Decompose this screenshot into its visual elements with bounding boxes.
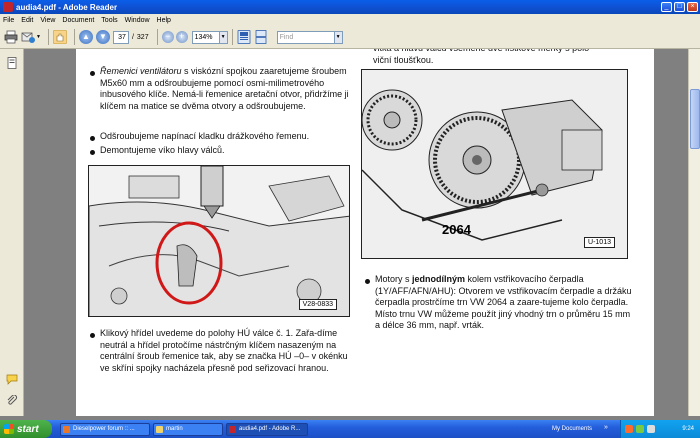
attachments-panel-icon[interactable] xyxy=(6,395,18,407)
bullet-icon xyxy=(365,279,370,284)
windows-logo-icon xyxy=(4,424,14,434)
bullet-icon xyxy=(90,150,95,155)
toolbar-separator xyxy=(156,29,158,45)
email-icon xyxy=(21,32,35,43)
tray-volume-icon[interactable] xyxy=(647,425,655,433)
figure-injection-pump: 2064 U-1013 xyxy=(361,69,628,259)
bullet-item-tensioner: Odšroubujeme napínací kladku drážkového … xyxy=(100,131,310,141)
page-total: 327 xyxy=(136,33,149,41)
document-area: vitka a hlavu válců všeměné dvě lístkové… xyxy=(24,49,688,416)
figure-crankshaft-pulley: V28-0833 xyxy=(88,165,350,317)
taskbar: start Dieselpower forum :: ... martin au… xyxy=(0,420,700,438)
single-page-view-button[interactable] xyxy=(237,29,251,45)
bullet-icon xyxy=(90,333,95,338)
page-separator: / xyxy=(131,33,134,41)
folder-icon xyxy=(156,425,163,433)
zoom-level-select[interactable]: 134% xyxy=(191,30,220,44)
taskbar-item-adobe-reader[interactable]: audia4.pdf - Adobe R... xyxy=(226,422,308,436)
vertical-scrollbar[interactable] xyxy=(688,49,700,416)
printer-icon xyxy=(4,30,18,44)
bullet-item-cylinder-cover: Demontujeme víko hlavy válců. xyxy=(100,145,225,155)
pages-panel-icon[interactable] xyxy=(6,57,18,69)
maximize-button[interactable]: □ xyxy=(674,2,685,12)
tray-network-icon[interactable] xyxy=(636,425,644,433)
toolbar-separator xyxy=(231,29,233,45)
menu-view[interactable]: View xyxy=(40,17,55,24)
arrow-down-icon: ▼ xyxy=(98,32,107,41)
adobe-reader-icon xyxy=(229,425,236,433)
title-bar: audia4.pdf - Adobe Reader _ □ × xyxy=(0,0,700,14)
scrollbar-thumb[interactable] xyxy=(690,89,700,149)
system-tray: 9:24 xyxy=(620,420,700,438)
menu-help[interactable]: Help xyxy=(157,17,171,24)
toolbar: ▼ ▲ ▼ 37 / 327 − + 134% ▼ Find ▼ xyxy=(0,26,700,49)
previous-page-button[interactable]: ▲ xyxy=(78,30,93,44)
hand-tool-button[interactable] xyxy=(52,29,67,45)
next-page-button[interactable]: ▼ xyxy=(95,30,110,44)
menu-bar: File Edit View Document Tools Window Hel… xyxy=(0,14,700,26)
page-number-input[interactable]: 37 xyxy=(112,30,129,44)
comments-panel-icon[interactable] xyxy=(6,373,18,385)
pdf-page: vitka a hlavu válců všeměné dvě lístkové… xyxy=(76,49,654,416)
task-list: Dieselpower forum :: ... martin audia4.p… xyxy=(60,422,311,436)
email-button[interactable]: ▼ xyxy=(21,29,41,45)
my-documents-toolbar[interactable]: My Documents xyxy=(552,423,592,435)
start-label: start xyxy=(17,423,39,435)
bullet-icon xyxy=(90,71,95,76)
continuous-view-button[interactable] xyxy=(254,29,268,45)
figure-label-right: U-1013 xyxy=(584,237,615,248)
adobe-reader-icon xyxy=(3,2,13,12)
start-button[interactable]: start xyxy=(0,420,52,438)
engine-drawing-left xyxy=(89,166,349,316)
window-title: audia4.pdf - Adobe Reader xyxy=(16,2,118,12)
minimize-button[interactable]: _ xyxy=(661,2,672,12)
navigation-panel xyxy=(0,49,24,416)
paragraph-top-right: vitka a hlavu válců všeměné dvě lístkové… xyxy=(373,49,592,65)
bullet-icon xyxy=(90,136,95,141)
menu-window[interactable]: Window xyxy=(125,17,150,24)
print-button[interactable] xyxy=(4,29,18,45)
menu-tools[interactable]: Tools xyxy=(101,17,117,24)
find-dropdown-arrow-icon[interactable]: ▼ xyxy=(334,30,343,44)
close-button[interactable]: × xyxy=(687,2,698,12)
taskbar-item-martin[interactable]: martin xyxy=(153,422,223,436)
bullet-item-crankshaft: Klikový hřídel uvedeme do polohy HÚ válc… xyxy=(100,328,348,373)
menu-document[interactable]: Document xyxy=(62,17,94,24)
bullet-item-fan-pulley: Řemenici ventilátoru s viskózní spojkou … xyxy=(100,66,349,111)
menu-edit[interactable]: Edit xyxy=(21,17,33,24)
bullet-item-injection-pump: Motory s jednodílným kolem vstřikovacího… xyxy=(375,274,632,330)
engine-drawing-right xyxy=(362,70,627,258)
email-dropdown-arrow-icon[interactable]: ▼ xyxy=(36,34,41,40)
tray-app-icon[interactable] xyxy=(625,425,633,433)
zoom-dropdown-arrow-icon[interactable]: ▼ xyxy=(219,30,228,44)
single-page-icon xyxy=(237,30,250,44)
figure-label-left: V28-0833 xyxy=(298,299,337,310)
zoom-out-button[interactable]: − xyxy=(161,31,174,43)
arrow-up-icon: ▲ xyxy=(81,32,90,41)
taskbar-item-dieselpower[interactable]: Dieselpower forum :: ... xyxy=(60,422,150,436)
menu-file[interactable]: File xyxy=(3,17,14,24)
toolbar-separator xyxy=(47,29,49,45)
minus-icon: − xyxy=(164,31,171,41)
zoom-in-button[interactable]: + xyxy=(175,31,188,43)
toolbar-separator xyxy=(73,29,75,45)
find-input[interactable]: Find xyxy=(276,30,335,44)
clock: 9:24 xyxy=(682,426,694,432)
figure-callout-number: 2064 xyxy=(442,222,471,237)
continuous-pages-icon xyxy=(255,30,266,44)
hand-icon xyxy=(52,30,67,44)
chevron-icon[interactable]: » xyxy=(604,424,614,434)
firefox-icon xyxy=(63,425,70,433)
plus-icon: + xyxy=(178,31,185,41)
